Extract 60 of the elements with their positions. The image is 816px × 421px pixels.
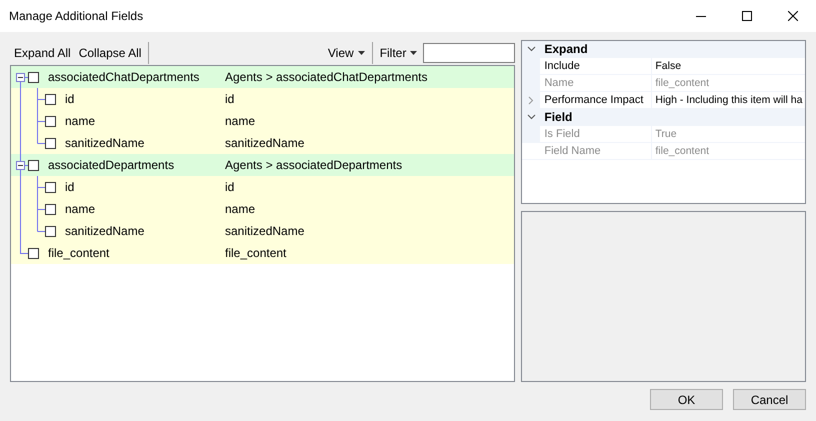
property-value[interactable]: High - Including this item will ha	[652, 92, 802, 108]
close-icon[interactable]	[788, 11, 798, 21]
field-path: Agents > associatedDepartments	[225, 158, 402, 172]
field-path: sanitizedName	[225, 224, 304, 238]
category-title: Field	[543, 110, 572, 124]
tree-row[interactable]: name name	[11, 110, 514, 132]
collapse-all-button[interactable]: Collapse All	[74, 42, 146, 64]
checkbox[interactable]	[45, 226, 56, 236]
dialog-button[interactable]: OK	[650, 389, 723, 410]
field-name: associatedChatDepartments	[48, 70, 200, 84]
category-title: Expand	[543, 42, 588, 56]
field-path: file_content	[225, 246, 286, 260]
field-path: id	[225, 92, 234, 106]
property-name[interactable]: Include	[540, 58, 652, 74]
filter-field[interactable]	[423, 42, 516, 62]
view-dropdown[interactable]: View	[324, 42, 369, 64]
checkbox[interactable]	[28, 248, 39, 258]
property-row[interactable]: Include False	[522, 58, 805, 75]
field-path: sanitizedName	[225, 136, 304, 150]
checkbox[interactable]	[45, 116, 56, 126]
tree-row[interactable]: id id	[11, 88, 514, 110]
property-name[interactable]: Performance Impact	[540, 92, 652, 108]
field-name: sanitizedName	[65, 136, 144, 150]
tree-row[interactable]: associatedDepartments Agents > associatedDepartments	[11, 154, 514, 176]
checkbox[interactable]	[45, 204, 56, 214]
window-title: Manage Additional Fields	[9, 9, 144, 23]
maximize-icon[interactable]	[742, 11, 752, 21]
checkbox[interactable]	[45, 138, 56, 148]
checkbox[interactable]	[45, 182, 56, 192]
field-name: name	[65, 202, 96, 216]
field-name: sanitizedName	[65, 224, 144, 238]
collapse-icon[interactable]	[16, 161, 25, 170]
checkbox[interactable]	[28, 160, 39, 170]
caret-icon	[410, 50, 418, 54]
property-value[interactable]: False	[652, 58, 682, 74]
checkbox[interactable]	[45, 94, 56, 104]
tree-row[interactable]: name name	[11, 198, 514, 220]
chevron-down-icon[interactable]	[526, 46, 536, 52]
checkbox[interactable]	[28, 72, 39, 82]
field-name: id	[65, 92, 74, 106]
tree-row[interactable]: sanitizedName sanitizedName	[11, 132, 514, 154]
expand-all-button[interactable]: Expand All	[10, 42, 75, 64]
field-name: id	[65, 180, 74, 194]
field-name: name	[65, 114, 96, 128]
tree-row[interactable]: id id	[11, 176, 514, 198]
field-path: Agents > associatedChatDepartments	[225, 70, 428, 84]
filter-dropdown[interactable]: Filter	[376, 42, 422, 64]
collapse-icon[interactable]	[16, 73, 25, 82]
chevron-down-icon[interactable]	[526, 114, 536, 120]
chevron-right-icon[interactable]	[528, 96, 534, 104]
field-path: id	[225, 180, 234, 194]
caret-icon	[358, 50, 365, 54]
field-path: name	[225, 114, 256, 128]
dialog-button[interactable]: Cancel	[733, 389, 806, 410]
field-path: name	[225, 202, 256, 216]
field-name: associatedDepartments	[48, 158, 174, 172]
tree-row[interactable]: associatedChatDepartments Agents > associatedChatDepartments	[11, 66, 514, 88]
tree-row[interactable]: file_content file_content	[11, 242, 514, 264]
field-name: file_content	[48, 246, 110, 260]
tree-row[interactable]: sanitizedName sanitizedName	[11, 220, 514, 242]
